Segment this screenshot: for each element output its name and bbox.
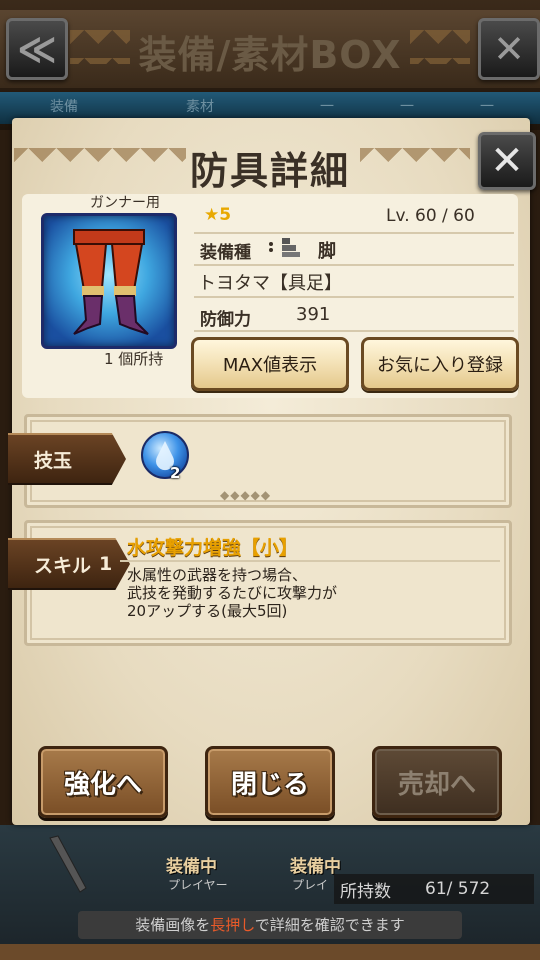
- favorite-button-label: お気に入り登録: [377, 355, 503, 376]
- skill-desc-line-2: 武技を発動するたびに攻撃力が: [127, 584, 338, 602]
- sell-button[interactable]: 売却へ: [372, 746, 502, 818]
- skill-description: 水属性の武器を持つ場合、 武技を発動するたびに攻撃力が 20アップする(最大5回…: [127, 566, 337, 620]
- close-detail-button[interactable]: 閉じる: [205, 746, 335, 818]
- skill-desc-line-1: 水属性の武器を持つ場合、: [127, 566, 308, 584]
- hint-text-highlight: 長押し: [210, 916, 255, 934]
- close-icon: ✕: [493, 27, 525, 71]
- equipment-thumbnail-1[interactable]: [40, 832, 110, 902]
- armor-image[interactable]: [41, 213, 177, 349]
- close-detail-button-label: 閉じる: [230, 769, 309, 800]
- type-label: 装備種: [200, 243, 251, 263]
- back-button[interactable]: ≪: [6, 18, 68, 80]
- usage-label: ガンナー用: [90, 195, 160, 211]
- rarity-stars: ★5: [204, 205, 232, 225]
- armor-legs-icon: [73, 229, 149, 335]
- hint-text-pre: 装備画像を: [135, 916, 211, 934]
- back-arrow-icon: ≪: [17, 27, 57, 71]
- owned-total-label: 所持数: [340, 881, 391, 902]
- equipped-label-1: 装備中: [166, 857, 217, 877]
- hint-bar: 装備画像を長押しで詳細を確認できます: [78, 911, 462, 939]
- tab-3[interactable]: 一: [320, 96, 334, 116]
- owned-count: 1 個所持: [104, 350, 164, 368]
- max-value-button[interactable]: MAX値表示: [191, 337, 349, 391]
- screen-title: 装備/素材BOX: [138, 33, 402, 77]
- defense-label: 防御力: [200, 310, 251, 330]
- panel-title: 防具詳細: [189, 149, 350, 193]
- jewel-tag-label: 技玉: [34, 449, 73, 472]
- tab-4[interactable]: 一: [400, 96, 414, 116]
- player-label-2: プレイ: [292, 878, 329, 892]
- enhance-button-label: 強化へ: [63, 769, 142, 800]
- water-jewel-icon[interactable]: [141, 431, 189, 479]
- sell-button-label: 売却へ: [397, 769, 476, 800]
- player-label-1: プレイヤー: [168, 878, 228, 892]
- tab-equipment[interactable]: 装備: [50, 96, 78, 116]
- bottom-wood-bar: [0, 944, 540, 960]
- defense-value: 391: [296, 304, 331, 325]
- legs-type-icon: [268, 236, 308, 258]
- skill-desc-line-3: 20アップする(最大5回): [127, 602, 288, 620]
- type-value: 脚: [318, 241, 336, 262]
- tab-5[interactable]: 一: [480, 96, 494, 116]
- favorite-button[interactable]: お気に入り登録: [361, 337, 519, 391]
- close-icon: ✕: [490, 138, 524, 184]
- owned-total-box: 所持数 61/ 572: [334, 874, 534, 904]
- jewel-slot-indicator: ◆◆◆◆◆: [220, 488, 272, 502]
- skill-divider: [120, 560, 500, 562]
- item-name: トヨタマ【具足】: [198, 273, 342, 294]
- jewel-count: 2: [170, 464, 181, 482]
- level-value: Lv. 60 / 60: [386, 206, 475, 226]
- skill-tag: スキル 1: [8, 538, 130, 590]
- skill-name: 水攻撃力増強【小】: [127, 537, 299, 559]
- header-close-button[interactable]: ✕: [478, 18, 540, 80]
- tab-materials[interactable]: 素材: [186, 96, 214, 116]
- owned-total-value: 61/ 572: [425, 879, 491, 899]
- skill-slot-number: 1: [99, 553, 113, 575]
- enhance-button[interactable]: 強化へ: [38, 746, 168, 818]
- panel-close-button[interactable]: ✕: [478, 132, 536, 190]
- hint-text-post: で詳細を確認できます: [254, 916, 405, 934]
- skill-tag-label: スキル: [34, 554, 92, 577]
- jewel-tag: 技玉: [8, 433, 126, 485]
- max-value-button-label: MAX値表示: [222, 355, 318, 376]
